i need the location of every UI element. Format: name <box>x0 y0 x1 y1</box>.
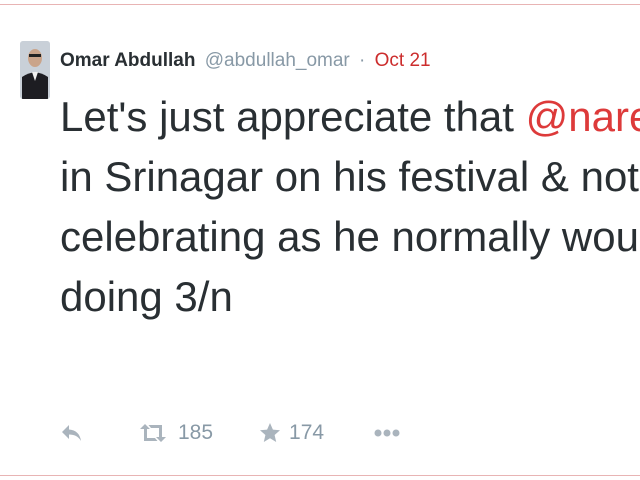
tweet-date[interactable]: Oct 21 <box>375 50 431 71</box>
tweet-header: Omar Abdullah @abdullah_omar · Oct 21 <box>60 49 431 73</box>
tweet-text-segment: in Srinagar on his festival & not at hom <box>60 153 640 200</box>
retweet-button[interactable]: 185 <box>138 421 213 445</box>
avatar[interactable] <box>20 41 50 99</box>
tweet-text-line: in Srinagar on his festival & not at hom <box>60 147 640 207</box>
star-icon <box>259 422 281 444</box>
more-button[interactable] <box>374 428 400 438</box>
retweet-count: 185 <box>178 421 214 444</box>
tweet-text-line: Let's just appreciate that @narendram <box>60 87 640 147</box>
tweet-card: Omar Abdullah @abdullah_omar · Oct 21 Le… <box>0 4 640 476</box>
reply-button[interactable] <box>60 423 84 443</box>
mention-link[interactable]: @narendram <box>526 93 640 140</box>
more-dots-icon <box>374 428 400 438</box>
author-name[interactable]: Omar Abdullah <box>60 50 195 71</box>
retweet-icon <box>138 422 168 444</box>
favorite-count: 174 <box>289 421 325 444</box>
tweet-text: Let's just appreciate that @narendram in… <box>60 87 640 327</box>
author-handle[interactable]: @abdullah_omar <box>205 50 350 71</box>
tweet-text-line: doing 3/n <box>60 267 640 327</box>
tweet-text-segment: doing 3/n <box>60 273 233 320</box>
tweet-text-segment: celebrating as he normally would have <box>60 213 640 260</box>
tweet-actions: 185 174 <box>60 413 400 453</box>
tweet-text-segment: Let's just appreciate that <box>60 93 526 140</box>
reply-icon <box>60 423 84 443</box>
tweet-text-line: celebrating as he normally would have <box>60 207 640 267</box>
separator-dot: · <box>359 50 366 71</box>
favorite-button[interactable]: 174 <box>259 421 324 445</box>
